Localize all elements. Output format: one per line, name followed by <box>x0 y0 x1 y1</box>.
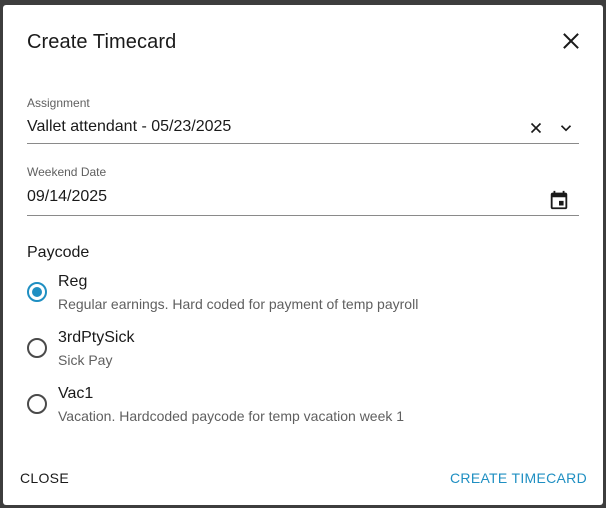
paycode-option-description: Regular earnings. Hard coded for payment… <box>58 296 419 312</box>
radio-vac1[interactable] <box>27 394 47 414</box>
weekend-date-input[interactable]: 09/14/2025 <box>27 188 107 206</box>
weekend-date-underline <box>27 215 579 216</box>
close-button[interactable]: CLOSE <box>20 470 69 486</box>
dialog-title: Create Timecard <box>27 31 177 53</box>
create-timecard-button[interactable]: CREATE TIMECARD <box>450 470 587 486</box>
assignment-underline <box>27 143 579 144</box>
paycode-option-name: 3rdPtySick <box>58 329 135 346</box>
paycode-title: Paycode <box>27 244 90 261</box>
chevron-down-icon[interactable] <box>557 119 575 137</box>
paycode-option-name: Vac1 <box>58 385 94 402</box>
create-timecard-dialog: Create Timecard Assignment Vallet attend… <box>3 5 603 505</box>
paycode-option-description: Vacation. Hardcoded paycode for temp vac… <box>58 408 405 424</box>
radio-3rdptysick[interactable] <box>27 338 47 358</box>
clear-icon[interactable] <box>527 119 545 137</box>
paycode-option-name: Reg <box>58 273 88 290</box>
calendar-icon[interactable] <box>548 189 570 211</box>
weekend-date-label: Weekend Date <box>27 165 107 179</box>
paycode-option-description: Sick Pay <box>58 352 113 368</box>
assignment-select[interactable]: Vallet attendant - 05/23/2025 <box>27 118 231 136</box>
close-icon[interactable] <box>560 30 582 52</box>
assignment-label: Assignment <box>27 96 90 110</box>
radio-reg[interactable] <box>27 282 47 302</box>
